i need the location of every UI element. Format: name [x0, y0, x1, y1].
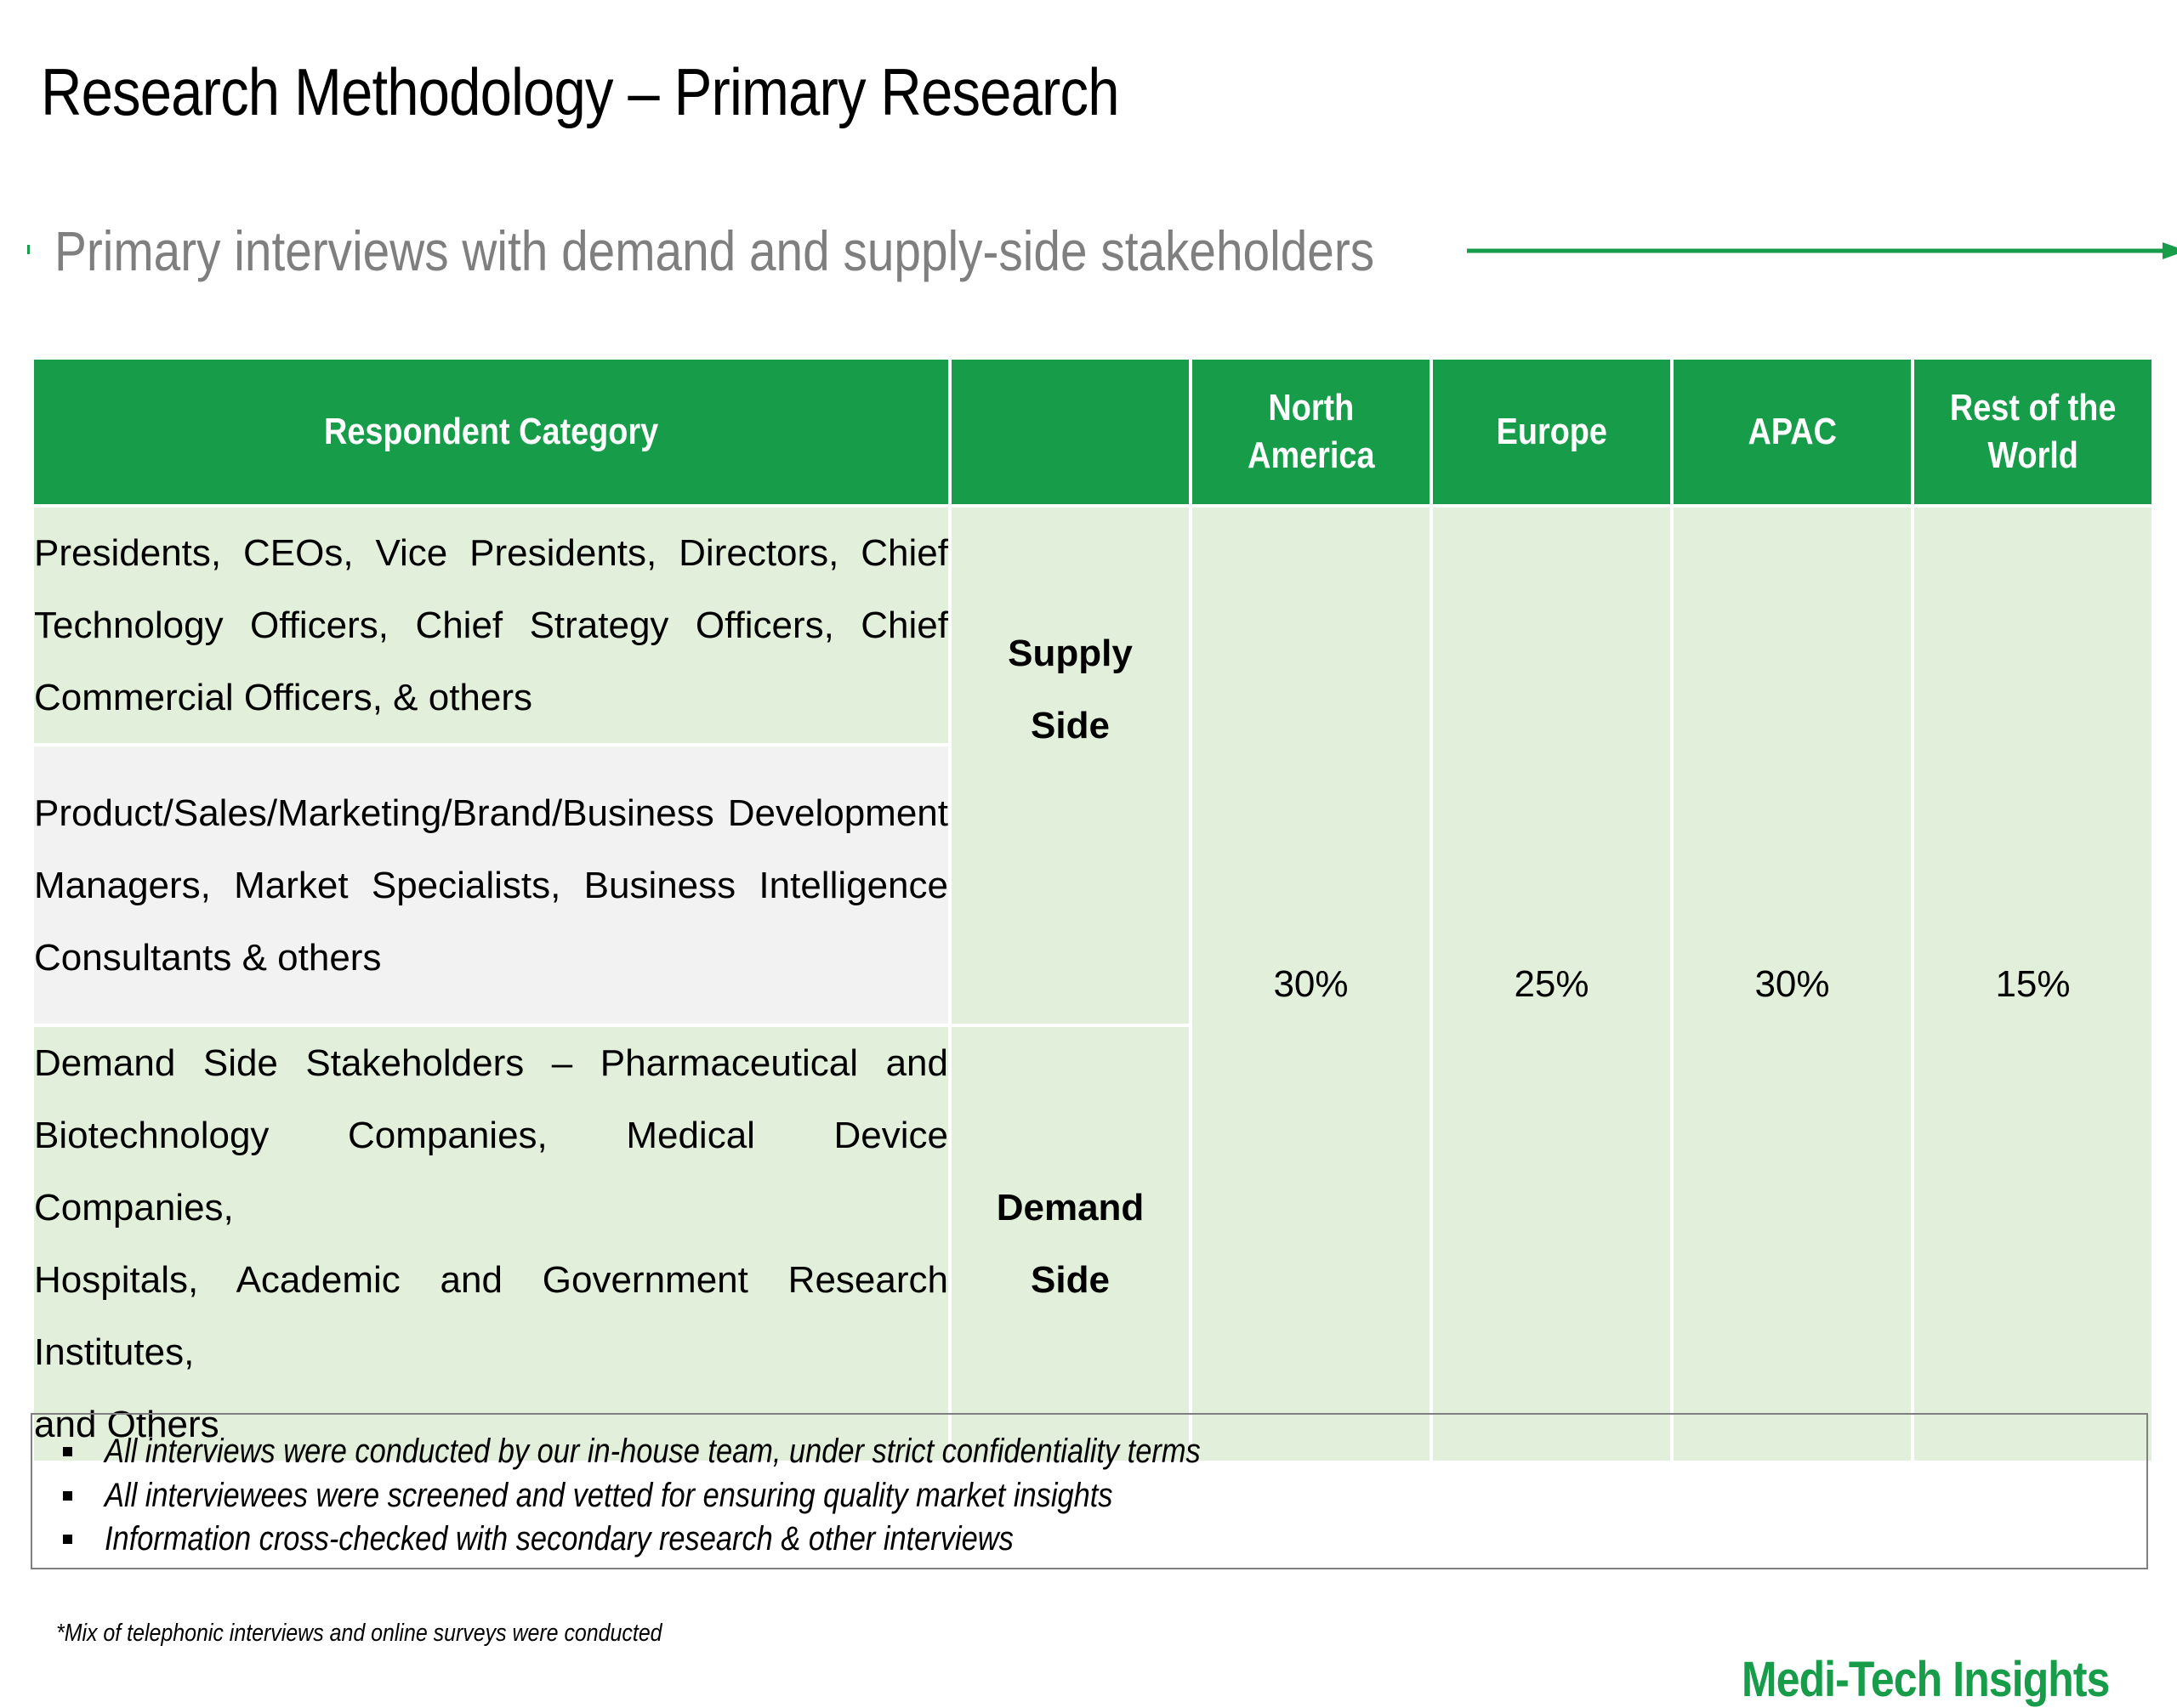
- header-north-america: North America: [1189, 356, 1433, 508]
- header-europe: Europe: [1430, 356, 1674, 508]
- bullet-marker: [27, 245, 30, 254]
- share-apac: 30%: [1670, 504, 1914, 1464]
- list-item: Information cross-checked with secondary…: [58, 1518, 2146, 1562]
- bullet-square-icon: [63, 1490, 72, 1501]
- footnote: *Mix of telephonic interviews and online…: [56, 1620, 662, 1647]
- share-north-america: 30%: [1189, 504, 1433, 1464]
- list-item: All interviews were conducted by our in-…: [58, 1430, 2146, 1474]
- notes-box: All interviews were conducted by our in-…: [31, 1413, 2148, 1569]
- bullet-square-icon: [63, 1535, 72, 1544]
- brand-logo: Medi-Tech Insights: [1742, 1652, 2110, 1707]
- respondent-category-cell: Presidents, CEOs, Vice Presidents, Direc…: [31, 504, 952, 746]
- supply-side-cell: Supply Side: [948, 504, 1192, 1027]
- page-title: Research Methodology – Primary Research: [41, 54, 1120, 129]
- header-apac: APAC: [1670, 356, 1914, 508]
- list-item: All interviewees were screened and vette…: [58, 1474, 2146, 1518]
- share-rest-of-world: 15%: [1911, 504, 2155, 1464]
- bullet-square-icon: [63, 1447, 72, 1456]
- table-row: Presidents, CEOs, Vice Presidents, Direc…: [31, 504, 2155, 1464]
- header-rest-of-world: Rest of the World: [1911, 356, 2155, 508]
- subtitle-row: Primary interviews with demand and suppl…: [26, 217, 2177, 285]
- arrow-right-icon: [1467, 242, 2177, 259]
- header-respondent-category: Respondent Category: [31, 356, 952, 508]
- respondent-table: Respondent Category North America Europe …: [31, 356, 2155, 1464]
- demand-side-cell: Demand Side: [948, 1024, 1192, 1464]
- respondent-category-cell: Demand Side Stakeholders – Pharmaceutica…: [31, 1024, 952, 1464]
- respondent-category-cell: Product/Sales/Marketing/Brand/Business D…: [31, 743, 952, 1027]
- page-subtitle: Primary interviews with demand and suppl…: [54, 219, 1375, 282]
- share-europe: 25%: [1430, 504, 1674, 1464]
- header-side: [948, 356, 1192, 508]
- table-header-row: Respondent Category North America Europe …: [31, 356, 2155, 508]
